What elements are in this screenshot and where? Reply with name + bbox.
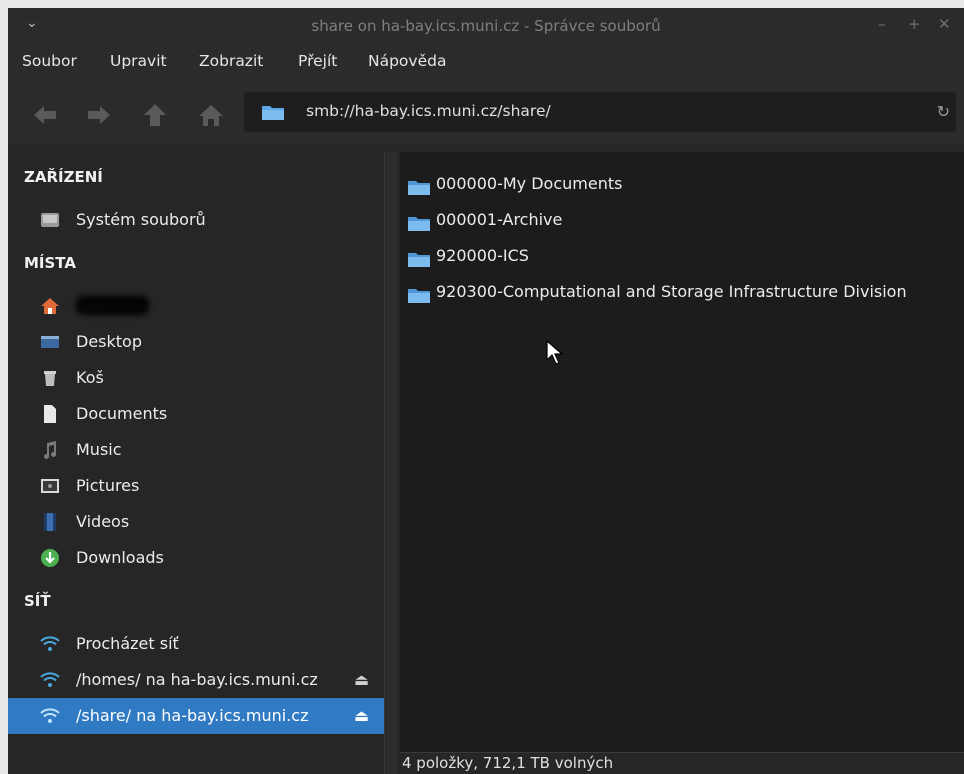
menu-help[interactable]: Nápověda bbox=[368, 52, 446, 70]
sidebar-item-label: /share/ na ha-bay.ics.muni.cz bbox=[76, 706, 309, 725]
sidebar-item-label: Desktop bbox=[76, 332, 142, 351]
sidebar-item-documents[interactable]: Documents bbox=[8, 396, 384, 432]
sidebar-item-label: gabriela bbox=[76, 296, 150, 315]
back-arrow-icon[interactable] bbox=[32, 102, 58, 128]
sidebar-item-downloads[interactable]: Downloads bbox=[8, 540, 384, 576]
menu-file[interactable]: Soubor bbox=[22, 52, 77, 70]
sidebar-item-label: Koš bbox=[76, 368, 104, 387]
file-manager-window: ⌄ share on ha-bay.ics.muni.cz - Správce … bbox=[8, 8, 964, 774]
sidebar-item-music[interactable]: Music bbox=[8, 432, 384, 468]
sidebar-item-pictures[interactable]: Pictures bbox=[8, 468, 384, 504]
menu-edit[interactable]: Upravit bbox=[110, 52, 167, 70]
sidebar-item-label: Music bbox=[76, 440, 122, 459]
picture-icon bbox=[40, 476, 60, 496]
sidebar-item-label: Pictures bbox=[76, 476, 140, 495]
eject-icon[interactable]: ⏏ bbox=[354, 670, 369, 689]
minimize-button[interactable]: – bbox=[878, 15, 886, 33]
section-places: MÍSTA bbox=[24, 254, 76, 272]
folder-icon bbox=[262, 104, 284, 124]
file-list: 000000-My Documents 000001-Archive 92000… bbox=[400, 152, 964, 752]
forward-arrow-icon[interactable] bbox=[86, 102, 112, 128]
folder-icon bbox=[408, 251, 430, 271]
sidebar-item-share-share[interactable]: /share/ na ha-bay.ics.muni.cz ⏏ bbox=[8, 698, 384, 734]
status-bar: 4 položky, 712,1 TB volných bbox=[400, 752, 964, 774]
network-icon bbox=[40, 670, 60, 690]
sidebar-item-desktop[interactable]: Desktop bbox=[8, 324, 384, 360]
folder-name: 000000-My Documents bbox=[436, 174, 623, 193]
folder-name: 000001-Archive bbox=[436, 210, 563, 229]
sidebar: ZAŘÍZENÍ Systém souborů MÍSTA gabriela D… bbox=[8, 152, 385, 774]
eject-icon[interactable]: ⏏ bbox=[354, 706, 369, 725]
up-arrow-icon[interactable] bbox=[142, 102, 168, 128]
window-title: share on ha-bay.ics.muni.cz - Správce so… bbox=[311, 17, 661, 35]
sidebar-item-filesystem[interactable]: Systém souborů bbox=[8, 202, 384, 238]
home-icon bbox=[40, 296, 60, 316]
desktop-icon bbox=[40, 332, 60, 352]
sidebar-scrollbar[interactable] bbox=[386, 152, 398, 774]
video-icon bbox=[40, 512, 60, 532]
title-bar[interactable]: ⌄ share on ha-bay.ics.muni.cz - Správce … bbox=[8, 8, 964, 44]
sidebar-item-label: /homes/ na ha-bay.ics.muni.cz bbox=[76, 670, 318, 689]
sidebar-item-label: Systém souborů bbox=[76, 210, 206, 229]
document-icon bbox=[40, 404, 60, 424]
sidebar-item-trash[interactable]: Koš bbox=[8, 360, 384, 396]
close-button[interactable]: ✕ bbox=[938, 15, 951, 33]
sidebar-item-browse-network[interactable]: Procházet síť bbox=[8, 626, 384, 662]
toolbar: smb://ha-bay.ics.muni.cz/share/ ↻ bbox=[8, 80, 964, 144]
sidebar-item-videos[interactable]: Videos bbox=[8, 504, 384, 540]
sidebar-item-label: Videos bbox=[76, 512, 130, 531]
network-icon bbox=[40, 706, 60, 726]
maximize-button[interactable]: + bbox=[908, 15, 921, 33]
status-text: 4 položky, 712,1 TB volných bbox=[402, 754, 614, 772]
folder-icon bbox=[408, 179, 430, 199]
section-network: SÍŤ bbox=[24, 592, 51, 610]
section-devices: ZAŘÍZENÍ bbox=[24, 168, 103, 186]
folder-icon bbox=[408, 215, 430, 235]
sidebar-item-label: Downloads bbox=[76, 548, 164, 567]
sidebar-item-label: Documents bbox=[76, 404, 168, 423]
folder-name: 920000-ICS bbox=[436, 246, 529, 265]
menu-view[interactable]: Zobrazit bbox=[199, 52, 263, 70]
download-icon bbox=[40, 548, 60, 568]
sidebar-item-label: Procházet síť bbox=[76, 634, 179, 653]
trash-icon bbox=[40, 368, 60, 388]
sidebar-item-homes-share[interactable]: /homes/ na ha-bay.ics.muni.cz ⏏ bbox=[8, 662, 384, 698]
location-bar[interactable]: smb://ha-bay.ics.muni.cz/share/ ↻ bbox=[244, 92, 956, 132]
folder-name: 920300-Computational and Storage Infrast… bbox=[436, 282, 907, 301]
folder-icon bbox=[408, 287, 430, 307]
mouse-cursor-icon bbox=[546, 339, 564, 370]
network-icon bbox=[40, 634, 60, 654]
location-path[interactable]: smb://ha-bay.ics.muni.cz/share/ bbox=[306, 102, 551, 120]
reload-icon[interactable]: ↻ bbox=[937, 102, 950, 121]
menu-go[interactable]: Přejít bbox=[298, 52, 337, 70]
music-icon bbox=[40, 440, 60, 460]
menu-bar: Soubor Upravit Zobrazit Přejít Nápověda bbox=[8, 44, 964, 80]
sidebar-item-home[interactable]: gabriela bbox=[8, 288, 384, 324]
drive-icon bbox=[40, 210, 60, 230]
home-icon[interactable] bbox=[198, 102, 224, 128]
